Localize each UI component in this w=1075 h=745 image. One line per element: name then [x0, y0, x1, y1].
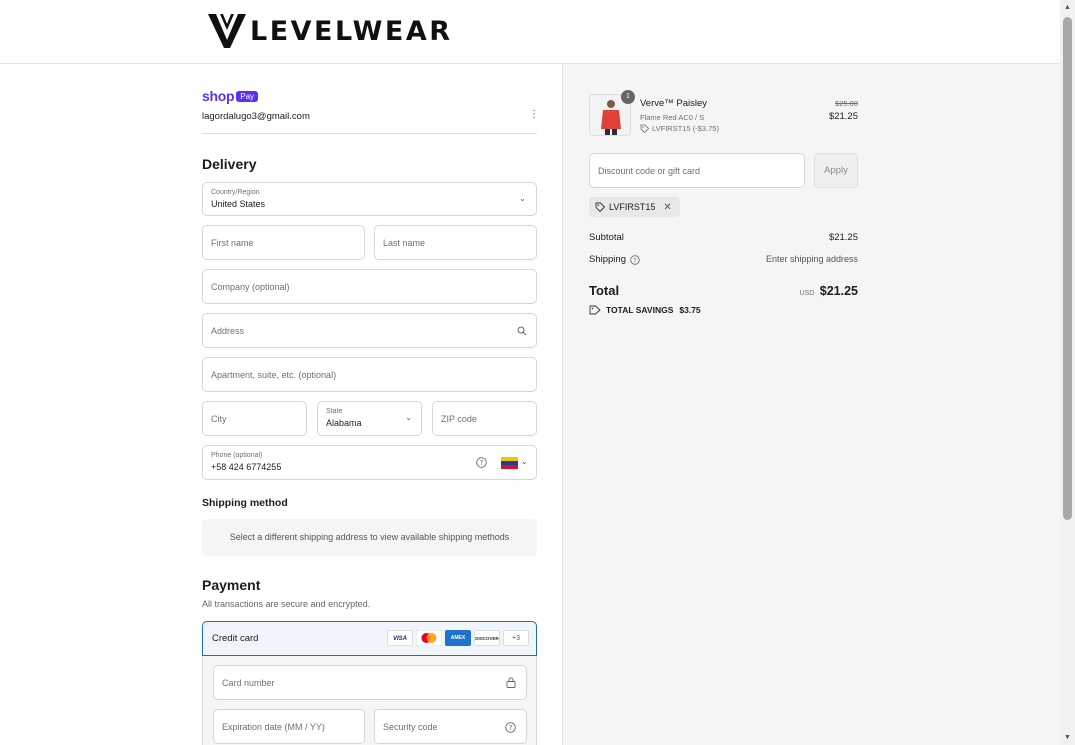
city-placeholder: City: [211, 414, 227, 424]
shop-pay-badge: Pay: [236, 91, 259, 102]
applied-code: LVFIRST15: [609, 202, 656, 212]
city-field[interactable]: City: [202, 401, 307, 436]
company-field[interactable]: Company (optional): [202, 269, 537, 304]
help-icon[interactable]: ?: [630, 254, 640, 265]
shop-pay-logo[interactable]: shop Pay: [202, 88, 259, 104]
payment-subtitle: All transactions are secure and encrypte…: [202, 599, 371, 609]
state-value: Alabama: [326, 418, 362, 428]
total-savings: TOTAL SAVINGS $3.75: [589, 305, 701, 315]
shipping-value: Enter shipping address: [765, 254, 858, 264]
country-label: Country/Region: [211, 189, 260, 196]
shipping-label: Shipping: [589, 254, 626, 265]
brand-name: LEVELWEAR: [250, 15, 453, 47]
last-name-field[interactable]: Last name: [374, 225, 537, 260]
first-name-placeholder: First name: [211, 238, 254, 248]
amex-icon: AMEX: [445, 630, 471, 646]
svg-text:?: ?: [480, 459, 484, 467]
visa-icon: VISA: [387, 630, 413, 646]
shipping-row: Shipping ?: [589, 254, 640, 265]
currency-code: USD: [799, 290, 815, 297]
help-icon[interactable]: ?: [476, 457, 487, 468]
savings-label: TOTAL SAVINGS: [606, 305, 674, 315]
security-code-field[interactable]: Security code ?: [374, 709, 527, 744]
apartment-field[interactable]: Apartment, suite, etc. (optional): [202, 357, 537, 392]
lock-icon: [506, 677, 516, 688]
payment-title: Payment: [202, 577, 261, 593]
svg-text:?: ?: [509, 724, 513, 732]
phone-label: Phone (optional): [211, 452, 263, 459]
shop-pay-wordmark: shop: [202, 88, 235, 104]
subtotal-value: $21.25: [828, 232, 858, 243]
shipping-method-title: Shipping method: [202, 497, 288, 509]
more-brands-badge: +3: [503, 630, 529, 646]
svg-text:?: ?: [633, 256, 636, 264]
quantity-badge: 1: [621, 90, 635, 104]
help-icon[interactable]: ?: [505, 722, 516, 733]
zip-field[interactable]: ZIP code: [432, 401, 537, 436]
discover-icon: DISCOVER: [474, 630, 500, 646]
site-header: LEVELWEAR: [0, 0, 1060, 64]
search-icon: [517, 326, 527, 336]
item-price: $21.25: [828, 111, 858, 122]
venezuela-flag-icon[interactable]: [501, 457, 518, 469]
chevron-down-icon: ⌄: [519, 194, 526, 203]
first-name-field[interactable]: First name: [202, 225, 365, 260]
remove-discount-icon[interactable]: ✕: [663, 202, 671, 213]
more-options-icon[interactable]: ⋮: [529, 110, 539, 120]
delivery-title: Delivery: [202, 156, 257, 172]
credit-card-option[interactable]: Credit card VISA AMEX DISCOVER +3: [202, 621, 537, 656]
applied-discount-chip: LVFIRST15 ✕: [589, 197, 680, 217]
country-select[interactable]: Country/Region United States ⌄: [202, 182, 537, 216]
total-value: $21.25: [819, 284, 858, 298]
scroll-up-icon[interactable]: ▲: [1060, 0, 1075, 15]
savings-value: $3.75: [679, 305, 701, 315]
company-placeholder: Company (optional): [211, 282, 290, 292]
shipping-method-message: Select a different shipping address to v…: [202, 519, 537, 556]
tag-icon: [595, 202, 605, 212]
product-discount-text: LVFIRST15 (-$3.75): [652, 124, 719, 133]
last-name-placeholder: Last name: [383, 238, 426, 248]
tag-icon: [589, 305, 601, 315]
scroll-down-icon[interactable]: ▼: [1060, 730, 1075, 745]
credit-card-form: Card number Expiration date (MM / YY) Se…: [202, 656, 537, 745]
subtotal-label: Subtotal: [589, 232, 624, 243]
original-price: $25.00: [835, 99, 858, 108]
chevron-down-icon[interactable]: ⌄: [521, 457, 528, 466]
phone-value: +58 424 6774255: [211, 462, 282, 472]
page-scrollbar[interactable]: ▲ ▼: [1060, 0, 1075, 745]
chevron-down-icon: ⌄: [405, 413, 412, 422]
state-select[interactable]: State Alabama ⌄: [317, 401, 422, 436]
card-number-placeholder: Card number: [222, 678, 275, 688]
state-label: State: [326, 408, 343, 415]
product-name: Verve™ Paisley: [640, 98, 708, 109]
card-number-field[interactable]: Card number: [213, 665, 527, 700]
credit-card-label: Credit card: [212, 633, 259, 644]
contact-email: lagordalugo3@gmail.com: [202, 111, 310, 122]
apply-button[interactable]: Apply: [814, 153, 858, 188]
product-discount: LVFIRST15 (-$3.75): [640, 124, 719, 133]
expiration-field[interactable]: Expiration date (MM / YY): [213, 709, 365, 744]
tag-icon: [640, 124, 649, 133]
apartment-placeholder: Apartment, suite, etc. (optional): [211, 370, 337, 380]
expiration-placeholder: Expiration date (MM / YY): [222, 722, 325, 732]
levelwear-logo[interactable]: LEVELWEAR: [208, 14, 453, 48]
total-label: Total: [589, 283, 620, 298]
country-value: United States: [211, 199, 266, 209]
address-field[interactable]: Address: [202, 313, 537, 348]
discount-code-field[interactable]: Discount code or gift card: [589, 153, 805, 188]
mastercard-icon: [416, 630, 442, 646]
phone-field[interactable]: Phone (optional) +58 424 6774255 ? ⌄: [202, 445, 537, 480]
total-amount: USD $21.25: [740, 284, 858, 298]
security-code-placeholder: Security code: [383, 722, 438, 732]
product-variant: Flame Red AC0 / S: [640, 113, 705, 122]
discount-code-placeholder: Discount code or gift card: [598, 166, 701, 176]
levelwear-logo-mark-icon: [208, 14, 246, 48]
divider: [202, 133, 537, 134]
zip-placeholder: ZIP code: [441, 414, 477, 424]
address-placeholder: Address: [211, 326, 245, 336]
scrollbar-thumb[interactable]: [1063, 17, 1072, 520]
